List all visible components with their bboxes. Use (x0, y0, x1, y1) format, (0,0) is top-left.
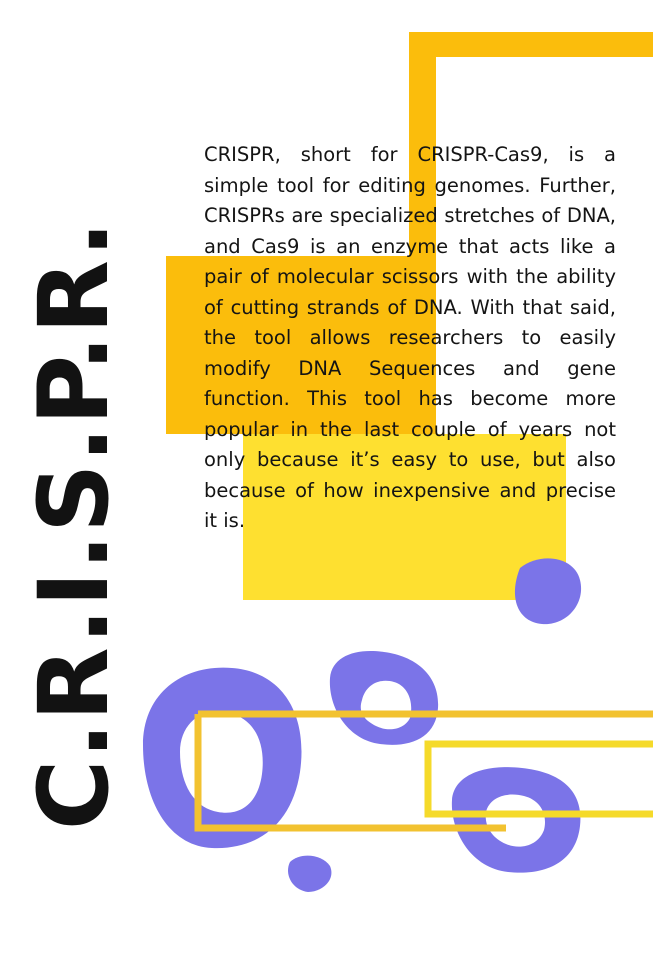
purple-ring-small (329, 651, 439, 745)
vertical-title: C.R.I.S.P.R. (18, 219, 130, 831)
body-paragraph: CRISPR, short for CRISPR-Cas9, is a simp… (204, 143, 616, 532)
purple-blob-shape (514, 558, 582, 625)
purple-ring-large (143, 667, 302, 849)
purple-ring-right (451, 767, 581, 873)
purple-drop-shape (288, 855, 332, 892)
